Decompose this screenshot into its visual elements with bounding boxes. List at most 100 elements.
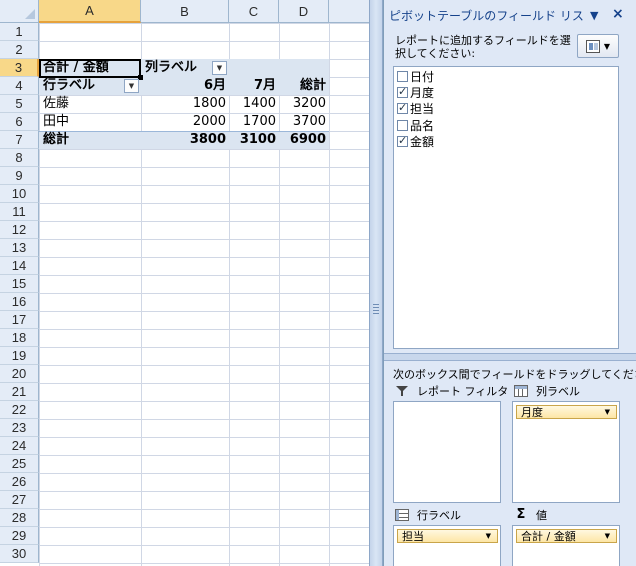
field-checkbox[interactable] xyxy=(397,134,408,147)
row-header[interactable]: 21 xyxy=(0,383,39,401)
drag-instruction: 次のボックス間でフィールドをドラッグしてください: xyxy=(393,368,636,381)
row-header[interactable]: 30 xyxy=(0,545,39,563)
row-header[interactable]: 14 xyxy=(0,257,39,275)
row-header[interactable]: 19 xyxy=(0,347,39,365)
field-label: 日付 xyxy=(410,69,435,84)
row-header[interactable]: 10 xyxy=(0,185,39,203)
pivot-row-labels-header[interactable]: 行ラベル xyxy=(43,77,95,95)
pivot-grand-total-cell[interactable]: 3800 xyxy=(141,131,226,149)
pivot-grand-total-label[interactable]: 総計 xyxy=(43,131,69,149)
select-all-corner[interactable] xyxy=(0,0,39,23)
row-header[interactable]: 23 xyxy=(0,419,39,437)
column-header-b[interactable]: B xyxy=(141,0,229,23)
pivot-column-header[interactable]: 7月 xyxy=(229,77,276,95)
row-header[interactable]: 15 xyxy=(0,275,39,293)
field-item-amount[interactable]: 金額 xyxy=(397,133,434,149)
pivot-column-header[interactable]: 総計 xyxy=(279,77,326,95)
row-header[interactable]: 9 xyxy=(0,167,39,185)
column-header-c[interactable]: C xyxy=(229,0,279,23)
chevron-down-icon[interactable]: ▼ xyxy=(605,408,610,416)
row-header[interactable]: 24 xyxy=(0,437,39,455)
row-header[interactable]: 29 xyxy=(0,527,39,545)
field-checkbox[interactable] xyxy=(397,85,408,98)
values-field-chip[interactable]: 合計 / 金額 ▼ xyxy=(516,529,617,543)
pivot-row-label[interactable]: 佐藤 xyxy=(43,95,69,113)
column-drop-area[interactable]: 月度 ▼ xyxy=(512,401,620,503)
row-header[interactable]: 11 xyxy=(0,203,39,221)
field-item-date[interactable]: 日付 xyxy=(397,68,434,84)
pivot-grand-total-cell[interactable]: 6900 xyxy=(279,131,326,149)
row-header[interactable]: 2 xyxy=(0,41,39,59)
sigma-icon: Σ xyxy=(516,507,526,522)
pivot-value-cell[interactable]: 3700 xyxy=(279,113,326,131)
row-area-header: 行ラベル xyxy=(395,507,461,523)
column-header-a[interactable]: A xyxy=(39,0,141,23)
field-checkbox[interactable] xyxy=(397,101,408,114)
values-area-header: Σ 値 xyxy=(514,507,547,523)
layout-icon xyxy=(585,39,600,53)
row-header[interactable]: 13 xyxy=(0,239,39,257)
values-area-label: 値 xyxy=(536,509,547,522)
pivot-value-cell[interactable]: 1700 xyxy=(229,113,276,131)
row-header[interactable]: 5 xyxy=(0,95,39,113)
field-item-month[interactable]: 月度 xyxy=(397,84,434,100)
chevron-down-icon: ▼ xyxy=(216,63,223,72)
chevron-down-icon[interactable]: ▼ xyxy=(486,532,491,540)
pane-title-bar: ピボットテーブルのフィールド リス ▼ × xyxy=(384,5,636,25)
field-item-product[interactable]: 品名 xyxy=(397,117,434,133)
pivot-column-labels-header[interactable]: 列ラベル xyxy=(145,59,197,77)
pivot-field-list-pane: ピボットテーブルのフィールド リス ▼ × レポートに追加するフィールドを選択し… xyxy=(383,0,636,566)
chip-label: 担当 xyxy=(402,530,424,543)
row-header[interactable]: 17 xyxy=(0,311,39,329)
values-drop-area[interactable]: 合計 / 金額 ▼ xyxy=(512,525,620,566)
column-field-chip[interactable]: 月度 ▼ xyxy=(516,405,617,419)
row-header[interactable]: 20 xyxy=(0,365,39,383)
row-header[interactable]: 4 xyxy=(0,77,39,95)
layout-button[interactable]: ▼ xyxy=(577,34,619,58)
field-checkbox[interactable] xyxy=(397,119,408,131)
row-header[interactable]: 27 xyxy=(0,491,39,509)
pivot-value-cell[interactable]: 1800 xyxy=(141,95,226,113)
row-header[interactable]: 26 xyxy=(0,473,39,491)
pivot-row-label[interactable]: 田中 xyxy=(43,113,69,131)
column-header-d[interactable]: D xyxy=(279,0,329,23)
chevron-down-icon[interactable]: ▼ xyxy=(590,9,598,22)
pivot-value-cell[interactable]: 1400 xyxy=(229,95,276,113)
row-header[interactable]: 8 xyxy=(0,149,39,167)
row-header[interactable]: 18 xyxy=(0,329,39,347)
column-header-e[interactable] xyxy=(329,0,369,23)
row-header[interactable]: 12 xyxy=(0,221,39,239)
row-header[interactable]: 3 xyxy=(0,59,39,77)
row-header[interactable]: 25 xyxy=(0,455,39,473)
filter-drop-area[interactable] xyxy=(393,401,501,503)
row-header[interactable]: 6 xyxy=(0,113,39,131)
pivot-column-header[interactable]: 6月 xyxy=(141,77,226,95)
column-area-header: 列ラベル xyxy=(514,383,580,399)
row-drop-area[interactable]: 担当 ▼ xyxy=(393,525,501,566)
field-item-person[interactable]: 担当 xyxy=(397,100,434,116)
row-header[interactable]: 1 xyxy=(0,23,39,41)
row-header[interactable]: 22 xyxy=(0,401,39,419)
chevron-down-icon: ▼ xyxy=(603,41,611,51)
column-area-label: 列ラベル xyxy=(536,385,580,398)
chevron-down-icon[interactable]: ▼ xyxy=(605,532,610,540)
column-labels-icon xyxy=(514,385,528,397)
column-labels-filter-button[interactable]: ▼ xyxy=(212,61,227,75)
filter-icon xyxy=(395,385,409,397)
row-header[interactable]: 16 xyxy=(0,293,39,311)
row-labels-filter-button[interactable]: ▼ xyxy=(124,79,139,93)
field-label: 担当 xyxy=(410,101,435,116)
field-list: 日付 月度 担当 品名 金額 xyxy=(393,66,619,349)
close-icon[interactable]: × xyxy=(612,6,624,22)
pivot-value-cell[interactable]: 2000 xyxy=(141,113,226,131)
section-splitter[interactable] xyxy=(384,353,636,361)
field-checkbox[interactable] xyxy=(397,70,408,82)
pivot-grand-total-cell[interactable]: 3100 xyxy=(229,131,276,149)
row-header[interactable]: 7 xyxy=(0,131,39,149)
pivot-value-cell[interactable]: 3200 xyxy=(279,95,326,113)
chip-label: 合計 / 金額 xyxy=(521,530,576,543)
row-header[interactable]: 28 xyxy=(0,509,39,527)
row-field-chip[interactable]: 担当 ▼ xyxy=(397,529,498,543)
pane-splitter[interactable] xyxy=(369,0,383,566)
field-label: 月度 xyxy=(410,85,435,100)
